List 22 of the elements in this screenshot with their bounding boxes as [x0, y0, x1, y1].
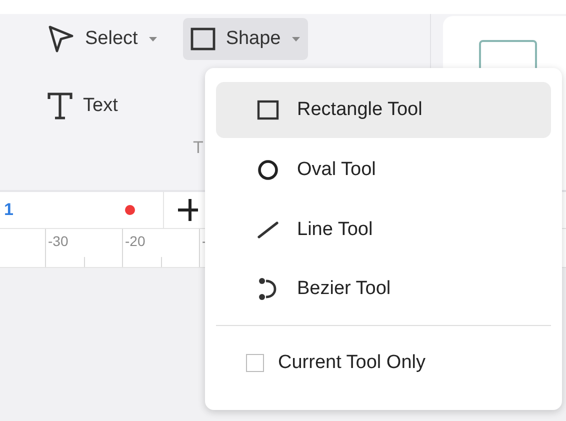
menu-item[interactable]: Bezier Tool [216, 261, 551, 318]
rectangle-icon [257, 100, 279, 120]
caret-icon [148, 36, 157, 42]
bezier-icon [258, 277, 278, 302]
tool-button[interactable]: Shape [182, 18, 308, 60]
menu-item[interactable]: Line Tool [216, 202, 551, 258]
square-icon [188, 25, 217, 53]
menu-item[interactable]: Rectangle Tool [216, 82, 551, 138]
ruler-label: -30 [47, 233, 68, 249]
line-icon [257, 220, 279, 239]
text-tool-button[interactable]: Text [40, 85, 128, 127]
checkbox[interactable] [246, 354, 264, 372]
cursor-icon [46, 24, 76, 54]
caret-icon [292, 36, 300, 42]
checkbox-item[interactable]: Current Tool Only [216, 334, 551, 392]
circle-icon [257, 158, 279, 181]
text-icon [46, 91, 74, 121]
add-tab-icon[interactable] [178, 199, 198, 221]
tool-button[interactable]: Select [40, 18, 165, 60]
ruler-label: -20 [124, 233, 146, 249]
menu-item[interactable]: Oval Tool [216, 142, 551, 198]
group-label: T [193, 138, 203, 158]
